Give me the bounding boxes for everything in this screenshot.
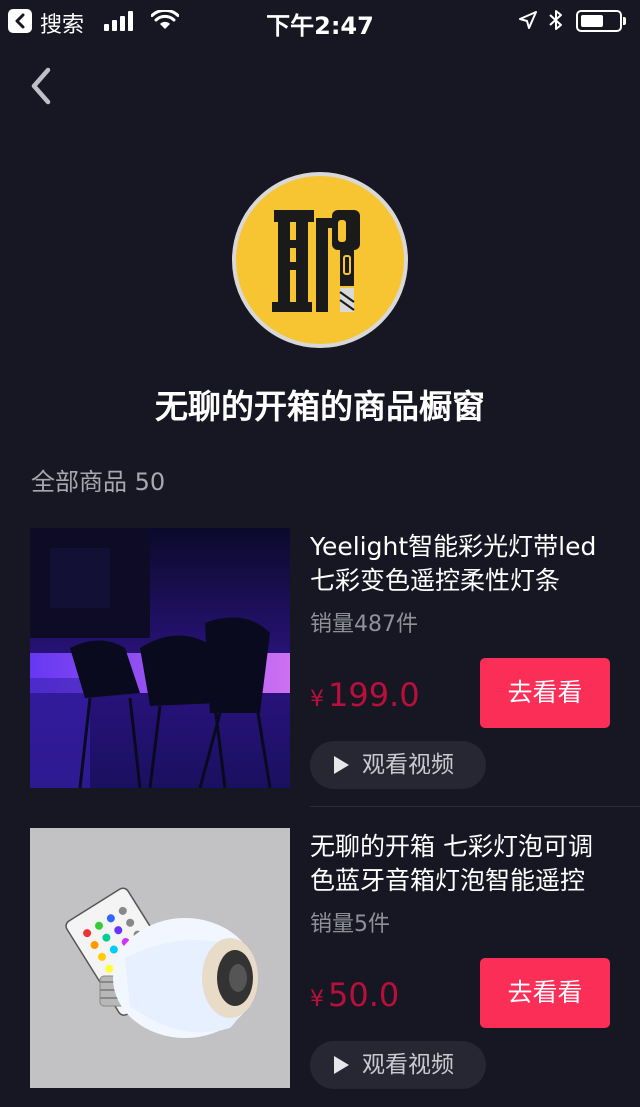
currency-symbol: ¥: [310, 687, 324, 712]
product-title[interactable]: Yeelight智能彩光灯带led七彩变色遥控柔性灯条: [310, 530, 615, 598]
price-value: 50.0: [328, 976, 400, 1014]
product-card[interactable]: 无聊的开箱 七彩灯泡可调色蓝牙音箱灯泡智能遥控 销量5件 ¥50.0 去看看 观…: [0, 828, 640, 1107]
shop-title: 无聊的开箱的商品橱窗: [155, 387, 485, 426]
divider: [310, 806, 640, 807]
back-chevron-icon[interactable]: [26, 64, 58, 108]
bluetooth-icon: [549, 10, 562, 30]
currency-symbol: ¥: [310, 987, 324, 1012]
play-icon: [334, 1056, 349, 1074]
clock: 下午2:47: [266, 12, 374, 40]
go-view-button[interactable]: 去看看: [480, 958, 610, 1028]
watch-video-label: 观看视频: [362, 752, 454, 778]
battery-icon: [576, 10, 626, 32]
sales-count: 销量487件: [310, 612, 418, 637]
go-view-button[interactable]: 去看看: [480, 658, 610, 728]
product-image-bulb-speaker[interactable]: [30, 828, 290, 1088]
location-icon: [519, 11, 537, 29]
watch-video-button[interactable]: 观看视频: [310, 741, 486, 789]
shop-avatar: [232, 172, 408, 348]
price: ¥50.0: [310, 976, 399, 1014]
price: ¥199.0: [310, 676, 420, 714]
product-card[interactable]: Yeelight智能彩光灯带led七彩变色遥控柔性灯条 销量487件 ¥199.…: [0, 528, 640, 828]
product-image-led-strip[interactable]: [30, 528, 290, 788]
watch-video-label: 观看视频: [362, 1052, 454, 1078]
sales-count: 销量5件: [310, 912, 390, 937]
status-bar: 搜索 下午2:47: [0, 0, 640, 40]
play-icon: [334, 756, 349, 774]
watch-video-button[interactable]: 观看视频: [310, 1041, 486, 1089]
product-count-label: 全部商品 50: [31, 468, 166, 496]
product-title[interactable]: 无聊的开箱 七彩灯泡可调色蓝牙音箱灯泡智能遥控: [310, 830, 615, 898]
price-value: 199.0: [328, 676, 420, 714]
shop-logo-icon: [272, 210, 360, 312]
